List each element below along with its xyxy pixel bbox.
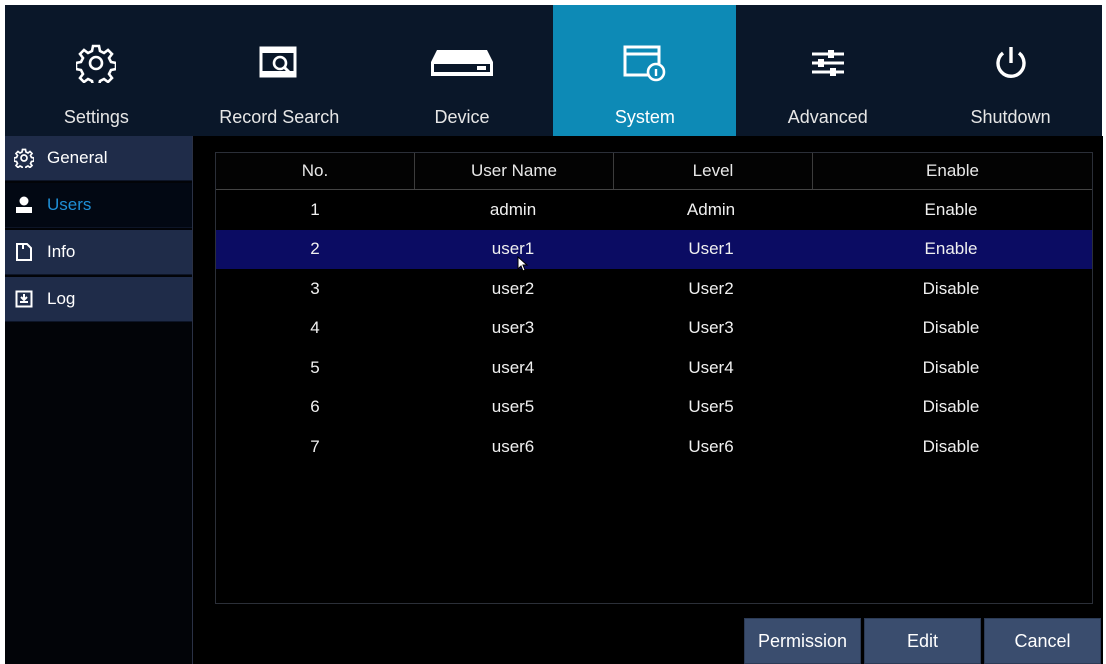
- cell-no: 7: [310, 436, 320, 456]
- cell-user-name: user2: [491, 278, 535, 298]
- tab-advanced[interactable]: Advanced: [736, 5, 919, 136]
- cancel-button[interactable]: Cancel: [984, 618, 1101, 664]
- cell-enable: Enable: [924, 239, 978, 259]
- sidebar-item-label: Users: [47, 195, 92, 214]
- sidebar: General Users Info Log: [5, 136, 192, 664]
- column-header-no[interactable]: No.: [216, 153, 415, 189]
- tab-settings[interactable]: Settings: [5, 5, 188, 136]
- hard-drive-icon: [429, 41, 495, 85]
- sidebar-item-general[interactable]: General: [5, 136, 192, 181]
- cell-user-name: user5: [491, 397, 535, 417]
- tab-system-label: System: [614, 107, 675, 127]
- table-row[interactable]: 3 user2 User2 Disable: [216, 269, 1092, 309]
- log-icon: [13, 288, 35, 310]
- action-buttons: Permission Edit Cancel: [744, 618, 1101, 664]
- cell-no: 1: [310, 199, 320, 219]
- sidebar-item-info[interactable]: Info: [5, 230, 192, 275]
- tab-settings-label: Settings: [63, 107, 129, 127]
- edit-button[interactable]: Edit: [864, 618, 981, 664]
- cell-level: User4: [688, 357, 734, 377]
- cell-level: User6: [688, 436, 734, 456]
- cell-user-name: user6: [491, 436, 535, 456]
- cell-no: 6: [310, 397, 320, 417]
- tab-record-search[interactable]: Record Search: [188, 5, 371, 136]
- tab-device[interactable]: Device: [371, 5, 554, 136]
- record-search-icon: [258, 41, 300, 85]
- tab-record-search-label: Record Search: [219, 107, 340, 127]
- cell-no: 2: [310, 239, 320, 259]
- sidebar-item-log[interactable]: Log: [5, 277, 192, 322]
- sliders-icon: [810, 41, 846, 85]
- cell-no: 5: [310, 357, 320, 377]
- table-header: No. User Name Level Enable: [216, 153, 1092, 190]
- column-header-level[interactable]: Level: [614, 153, 813, 189]
- sidebar-item-users[interactable]: Users: [5, 183, 192, 228]
- tab-device-label: Device: [434, 107, 490, 127]
- users-table: No. User Name Level Enable 1 admin Admin…: [215, 152, 1093, 604]
- tab-shutdown[interactable]: Shutdown: [919, 5, 1102, 136]
- gear-icon: [76, 41, 117, 85]
- cell-enable: Disable: [922, 278, 980, 298]
- cell-level: User2: [688, 278, 734, 298]
- column-header-enable[interactable]: Enable: [813, 153, 1092, 189]
- sidebar-item-label: Info: [47, 242, 76, 261]
- cell-enable: Disable: [922, 436, 980, 456]
- tab-advanced-label: Advanced: [787, 107, 868, 127]
- cell-enable: Disable: [922, 357, 980, 377]
- permission-button[interactable]: Permission: [744, 618, 861, 664]
- table-row[interactable]: 5 user4 User4 Disable: [216, 348, 1092, 388]
- gear-icon: [13, 147, 35, 169]
- column-header-user-name[interactable]: User Name: [415, 153, 614, 189]
- power-icon: [991, 41, 1031, 85]
- table-row[interactable]: 6 user5 User5 Disable: [216, 388, 1092, 428]
- table-row[interactable]: 7 user6 User6 Disable: [216, 427, 1092, 467]
- table-row-selected[interactable]: 2 user1 User1 Enable: [216, 229, 1092, 269]
- document-icon: [13, 241, 35, 263]
- cell-enable: Disable: [922, 318, 980, 338]
- cell-level: User1: [688, 239, 734, 259]
- sidebar-item-label: General: [47, 148, 108, 167]
- table-row[interactable]: 4 user3 User3 Disable: [216, 309, 1092, 349]
- cell-no: 3: [310, 278, 320, 298]
- cell-user-name: user3: [491, 318, 535, 338]
- top-navigation: Settings Record Search Device System Adv…: [5, 5, 1102, 136]
- cell-user-name: user1: [491, 239, 535, 259]
- user-icon: [13, 194, 35, 216]
- main-panel: No. User Name Level Enable 1 admin Admin…: [192, 136, 1103, 664]
- cell-user-name: admin: [489, 199, 537, 219]
- sidebar-item-label: Log: [47, 289, 76, 308]
- cell-no: 4: [310, 318, 320, 338]
- mouse-cursor-icon: [517, 256, 529, 272]
- tab-shutdown-label: Shutdown: [970, 107, 1051, 127]
- cell-level: User5: [688, 397, 734, 417]
- cell-enable: Disable: [922, 397, 980, 417]
- cell-enable: Enable: [924, 199, 978, 219]
- cell-level: Admin: [686, 199, 736, 219]
- tab-system[interactable]: System: [553, 5, 737, 136]
- table-row[interactable]: 1 admin Admin Enable: [216, 190, 1092, 230]
- cell-level: User3: [688, 318, 734, 338]
- cell-user-name: user4: [491, 357, 535, 377]
- system-info-icon: [622, 41, 668, 85]
